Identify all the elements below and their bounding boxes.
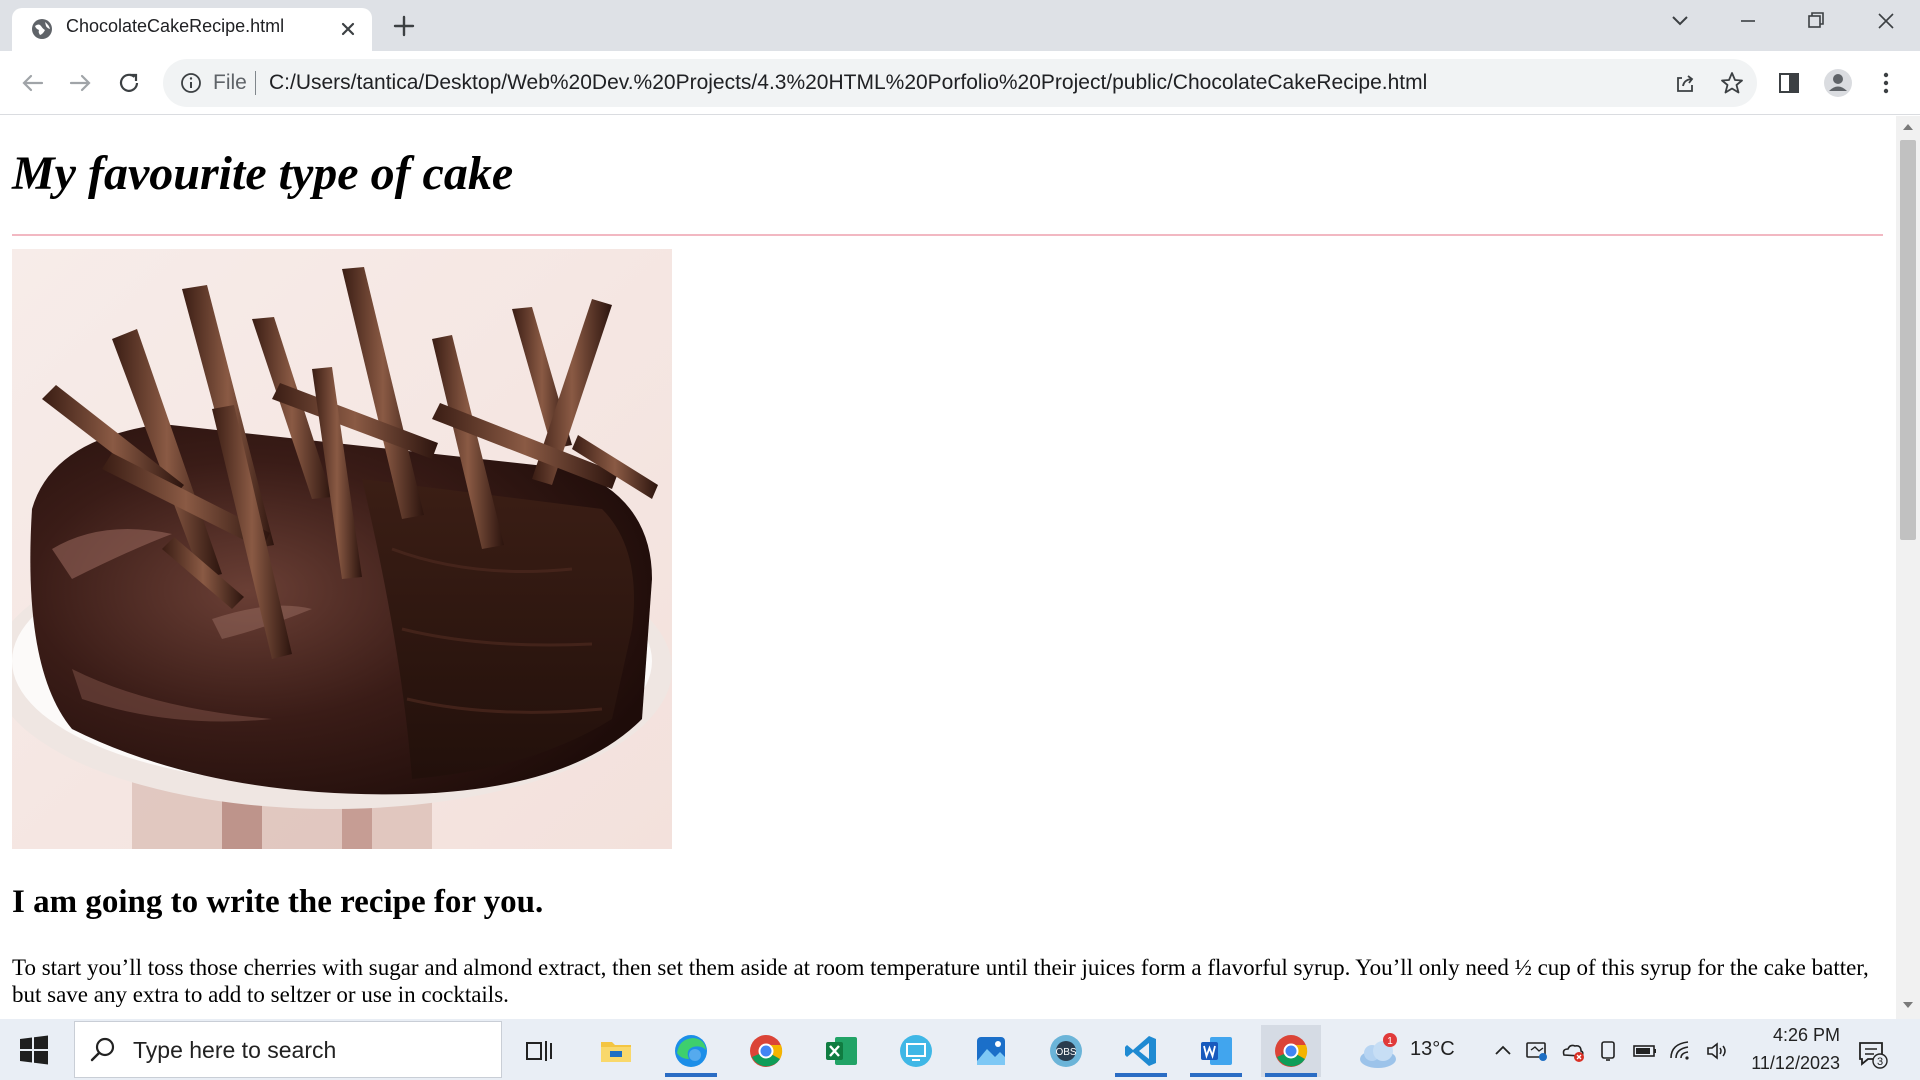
page-viewport: My favourite type of cake I am going to … [0,116,1896,1019]
onedrive-error-icon[interactable] [1560,1038,1586,1064]
kebab-menu-icon[interactable] [1869,66,1903,100]
minimize-icon[interactable] [1730,6,1766,36]
svg-text:OBS: OBS [1055,1047,1076,1058]
chrome-icon[interactable] [736,1025,796,1077]
page-title: My favourite type of cake [12,147,514,200]
notification-count: 3 [1877,1056,1883,1068]
weather-badge: 1 [1387,1036,1393,1047]
photos-icon[interactable] [961,1025,1021,1077]
clock-time[interactable]: 4:26 PM [1740,1025,1840,1046]
url-text[interactable]: C:/Users/tantica/Desktop/Web%20Dev.%20Pr… [269,71,1427,95]
clock-date[interactable]: 11/12/2023 [1730,1053,1840,1074]
weather-cloud-icon[interactable]: 1 [1356,1031,1402,1071]
tab-title: ChocolateCakeRecipe.html [66,16,285,36]
info-icon[interactable] [179,71,203,95]
weather-temperature[interactable]: 13°C [1410,1038,1455,1061]
edge-icon[interactable] [661,1025,721,1077]
battery-icon[interactable] [1632,1038,1658,1064]
address-bar[interactable]: File C:/Users/tantica/Desktop/Web%20Dev.… [163,59,1757,107]
excel-icon[interactable] [811,1025,871,1077]
url-scheme-label: File [213,71,247,94]
task-view-icon[interactable] [510,1025,570,1077]
chocolate-cake-image [12,249,672,849]
search-icon [90,1037,115,1062]
obs-icon[interactable]: OBS [1036,1025,1096,1077]
vscode-icon[interactable] [1111,1025,1171,1077]
close-icon[interactable] [334,15,362,43]
word-icon[interactable] [1186,1025,1246,1077]
horizontal-rule [12,234,1883,236]
tab-chocolate-cake[interactable]: ChocolateCakeRecipe.html [12,8,372,51]
side-panel-icon[interactable] [1772,66,1806,100]
wifi-icon[interactable] [1668,1038,1694,1064]
scroll-up-arrow-icon[interactable] [1902,122,1914,132]
share-icon[interactable] [1673,71,1697,95]
scroll-down-arrow-icon[interactable] [1902,1000,1914,1010]
search-placeholder: Type here to search [133,1037,337,1063]
chrome-icon[interactable] [1261,1025,1321,1077]
restore-icon[interactable] [1798,6,1834,36]
scroll-thumb[interactable] [1900,140,1916,540]
windows-start-icon[interactable] [16,1032,52,1068]
app-tray-icon[interactable] [1524,1038,1550,1064]
plus-icon[interactable] [389,11,419,41]
arrow-right-icon[interactable] [63,66,97,100]
chevron-up-icon[interactable] [1490,1038,1516,1064]
active-indicator [1190,1073,1242,1077]
file-explorer-icon[interactable] [586,1025,646,1077]
arrow-left-icon[interactable] [16,66,50,100]
active-indicator [665,1073,717,1077]
reload-icon[interactable] [112,66,146,100]
recipe-paragraph: To start you’ll toss those cherries with… [12,955,1869,1007]
tab-strip: ChocolateCakeRecipe.html [0,0,1920,51]
profile-icon[interactable] [1821,66,1855,100]
chevron-down-icon[interactable] [1662,6,1698,36]
windows-taskbar: Type here to search OBS 1 13°C 4:26 PM 1… [0,1019,1920,1080]
notification-icon[interactable]: 3 [1854,1035,1890,1071]
close-window-icon[interactable] [1868,6,1904,36]
remote-desktop-icon[interactable] [886,1025,946,1077]
device-tray-icon[interactable] [1596,1038,1622,1064]
active-indicator [1265,1073,1317,1077]
taskbar-search-box[interactable]: Type here to search [74,1021,502,1078]
recipe-heading: I am going to write the recipe for you. [12,884,544,920]
url-separator [255,71,256,95]
volume-icon[interactable] [1704,1038,1730,1064]
globe-icon [32,19,52,39]
page-scrollbar[interactable] [1896,116,1920,1019]
star-icon[interactable] [1719,70,1745,96]
active-indicator [1115,1073,1167,1077]
browser-toolbar: File C:/Users/tantica/Desktop/Web%20Dev.… [0,51,1920,115]
